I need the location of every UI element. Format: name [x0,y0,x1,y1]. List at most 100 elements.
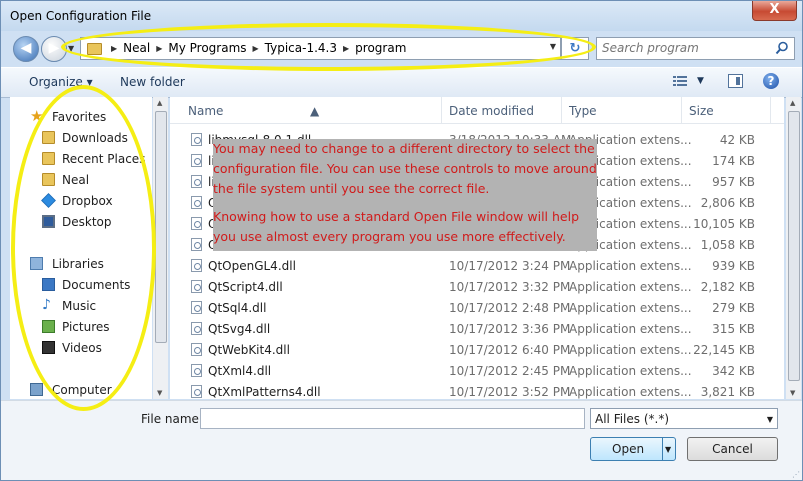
file-date: 10/17/2012 3:24 PM [449,259,571,273]
scroll-down-icon[interactable]: ▼ [790,389,795,397]
sidebar-item-downloads[interactable]: Downloads [10,128,150,148]
annotation-text: Knowing how to use a standard Open File … [213,209,580,244]
file-size: 174 KB [712,154,755,168]
file-row[interactable]: QtOpenGL4.dll 10/17/2012 3:24 PM Applicati… [170,255,784,276]
resize-grip-icon[interactable]: ⋰ [792,470,800,479]
sidebar-item-label: Computer [52,383,112,397]
file-name: QtXml4.dll [208,364,272,378]
close-button[interactable]: X [752,1,797,21]
file-row[interactable]: QtWebKit4.dll 10/17/2012 6:40 PM Applicati… [170,339,784,360]
file-date: 10/17/2012 3:36 PM [449,322,571,336]
sidebar-item-dropbox[interactable]: Dropbox [10,191,150,211]
desktop-icon [42,215,55,228]
file-name: QtXmlPatterns4.dll [208,385,321,399]
help-icon[interactable]: ? [763,73,779,89]
column-header-name[interactable]: Name [188,104,223,118]
forward-button[interactable]: ▶ [41,36,67,62]
column-divider[interactable] [561,97,562,123]
column-divider[interactable] [681,97,682,123]
sidebar-item-computer[interactable]: Computer [10,380,150,399]
videos-icon [42,341,55,354]
sidebar-item-music[interactable]: ♪ Music [10,296,150,316]
scroll-up-icon[interactable]: ▲ [790,99,795,107]
dropbox-icon [41,193,56,208]
file-name-label: File name: [141,412,203,426]
sidebar-item-pictures[interactable]: Pictures [10,317,150,337]
address-dropdown-icon[interactable]: ▼ [550,42,556,51]
folder-icon [42,173,55,186]
navigation-bar: ◀ ▶ ▼ ▶ Neal ▶ My Programs ▶ Typica-1.4.3 ▶ pro… [1,31,802,65]
search-box[interactable] [596,37,795,60]
breadcrumb-item[interactable]: program [355,41,406,55]
file-list-scrollbar[interactable]: ▲ ▼ [786,97,801,399]
column-header-type[interactable]: Type [569,104,597,118]
navigation-pane-scrollbar[interactable]: ▲ ▼ [153,97,168,399]
chevron-right-icon[interactable]: ▶ [343,44,349,53]
column-header-date[interactable]: Date modified [449,104,534,118]
file-name: QtScript4.dll [208,280,283,294]
file-type: Application extens... [569,301,692,315]
annotation-callout: You may need to change to a different di… [213,139,597,251]
chevron-down-icon[interactable]: ▼ [767,415,773,424]
file-type-filter[interactable]: All Files (*.*) ▼ [590,408,778,429]
sidebar-item-neal[interactable]: Neal [10,170,150,190]
file-name-input[interactable] [200,408,585,429]
dll-file-icon [191,385,202,398]
column-divider[interactable] [441,97,442,123]
scroll-down-icon[interactable]: ▼ [157,389,162,397]
file-row[interactable]: QtScript4.dll 10/17/2012 3:32 PM Applicati… [170,276,784,297]
split-divider [662,438,663,460]
organize-button[interactable]: Organize ▾ [29,75,93,89]
open-button[interactable]: Open ▼ [590,437,676,461]
new-folder-button[interactable]: New folder [120,75,185,89]
file-row[interactable]: QtSvg4.dll 10/17/2012 3:36 PM Application … [170,318,784,339]
file-type: Application extens... [569,343,692,357]
documents-icon [42,278,55,291]
chevron-right-icon[interactable]: ▶ [111,44,117,53]
refresh-button[interactable]: ↻ [561,37,589,60]
file-row[interactable]: QtSql4.dll 10/17/2012 2:48 PM Application … [170,297,784,318]
navigation-pane: ★ Favorites Downloads Recent Places Neal… [10,97,152,399]
view-options-icon[interactable] [673,75,687,87]
sidebar-item-libraries[interactable]: Libraries [10,254,150,274]
column-header-size[interactable]: Size [689,104,714,118]
dll-file-icon [191,238,202,251]
breadcrumb-item[interactable]: My Programs [168,41,246,55]
dll-file-icon [191,154,202,167]
scroll-up-icon[interactable]: ▲ [157,99,162,107]
chevron-right-icon[interactable]: ▶ [253,44,259,53]
sidebar-item-videos[interactable]: Videos [10,338,150,358]
address-bar[interactable]: ▶ Neal ▶ My Programs ▶ Typica-1.4.3 ▶ program ▼ [80,37,561,60]
file-row[interactable]: QtXmlPatterns4.dll 10/17/2012 3:52 PM Appl… [170,381,784,399]
scrollbar-thumb[interactable] [155,111,167,343]
dll-file-icon [191,364,202,377]
open-button-label: Open [612,442,645,456]
back-button[interactable]: ◀ [13,36,39,62]
dll-file-icon [191,301,202,314]
sidebar-item-recent-places[interactable]: Recent Places [10,149,150,169]
breadcrumb-item[interactable]: Typica-1.4.3 [265,41,337,55]
sidebar-item-desktop[interactable]: Desktop [10,212,150,232]
title-bar[interactable]: Open Configuration File X [1,1,802,31]
preview-pane-icon[interactable] [728,74,743,88]
breadcrumb-item[interactable]: Neal [123,41,150,55]
view-dropdown-icon[interactable]: ▼ [697,76,704,86]
file-type: Application extens... [569,385,692,399]
recent-locations-dropdown-icon[interactable]: ▼ [68,44,74,53]
column-divider[interactable] [770,97,771,123]
scrollbar-thumb[interactable] [788,111,800,381]
search-input[interactable] [600,40,774,56]
chevron-right-icon[interactable]: ▶ [156,44,162,53]
search-icon[interactable] [775,41,789,55]
sidebar-item-documents[interactable]: Documents [10,275,150,295]
file-size: 10,105 KB [693,217,755,231]
file-type: Application extens... [569,364,692,378]
chevron-down-icon[interactable]: ▼ [665,445,671,454]
file-size: 2,806 KB [700,196,755,210]
dll-file-icon [191,322,202,335]
file-name: QtOpenGL4.dll [208,259,296,273]
file-row[interactable]: QtXml4.dll 10/17/2012 2:45 PM Application … [170,360,784,381]
sidebar-item-favorites[interactable]: ★ Favorites [10,107,150,127]
cancel-button[interactable]: Cancel [687,437,778,461]
dll-file-icon [191,196,202,209]
